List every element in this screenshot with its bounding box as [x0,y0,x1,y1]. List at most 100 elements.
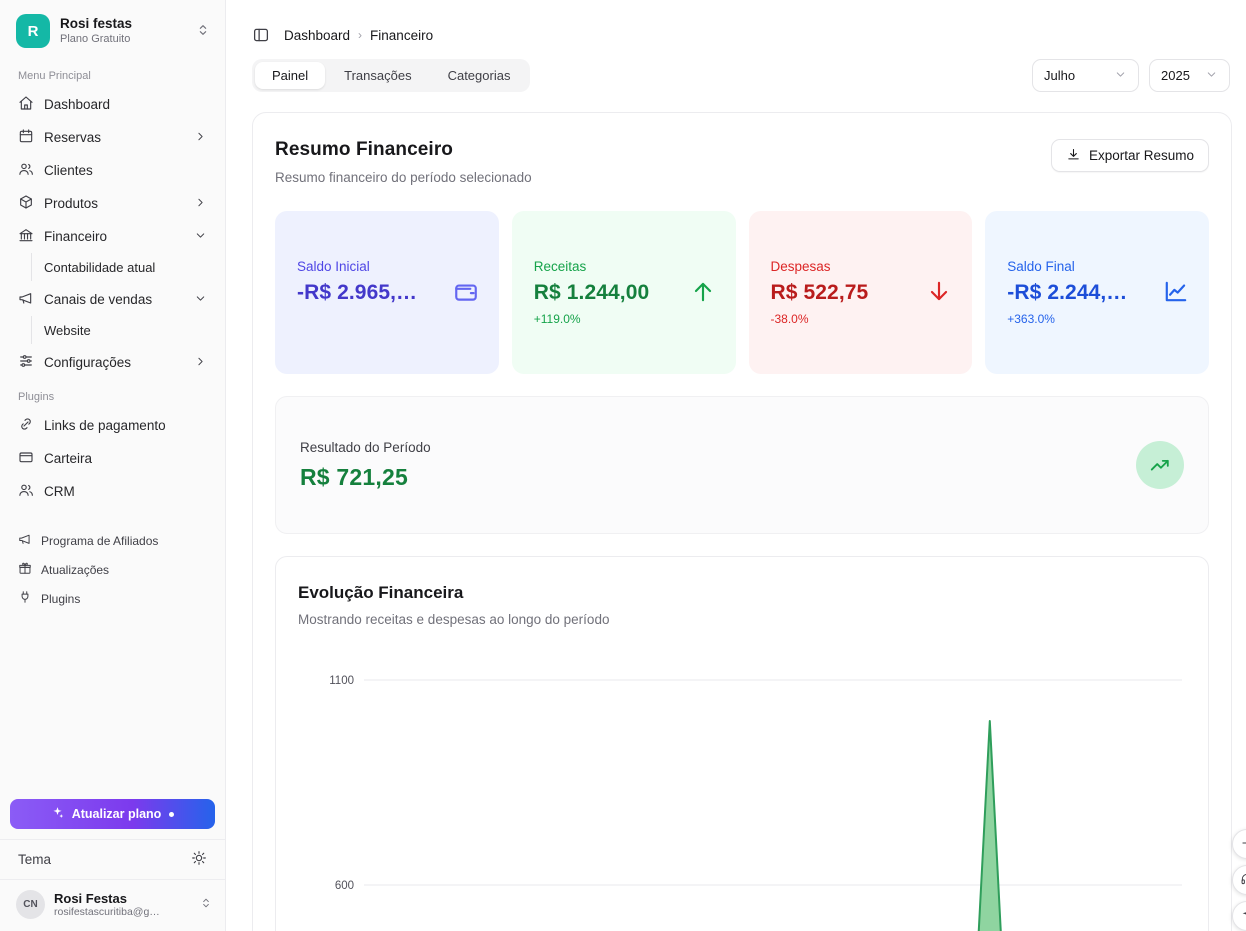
sidebar-item-plugins[interactable]: Plugins [8,584,217,613]
summary-subtitle: Resumo financeiro do período selecionado [275,170,532,185]
sidebar-item-label: Reservas [44,130,101,145]
year-select[interactable]: 2025 [1149,59,1230,92]
tab-transacoes[interactable]: Transações [327,62,428,89]
month-select[interactable]: Julho [1032,59,1139,92]
sidebar-item-label: Carteira [44,451,92,466]
sidebar-item-financeiro[interactable]: Financeiro [8,221,217,252]
sidebar-item-label: Clientes [44,163,93,178]
stat-delta: -38.0% [771,312,951,326]
user-avatar: CN [16,890,45,919]
workspace-avatar: R [16,14,50,48]
sidebar-item-canais-de-vendas[interactable]: Canais de vendas [8,284,217,315]
sidebar-item-label: Dashboard [44,97,110,112]
breadcrumb-dashboard[interactable]: Dashboard [284,28,350,43]
stat-label: Saldo Inicial [297,259,477,274]
calendar-icon [18,128,34,147]
stat-label: Receitas [534,259,714,274]
download-icon [1066,147,1081,165]
stat-delta: +119.0% [534,312,714,326]
stats-row: Saldo Inicial -R$ 2.965,… Receitas R$ 1.… [275,211,1209,374]
stat-card-saldo-inicial: Saldo Inicial -R$ 2.965,… [275,211,499,374]
sidebar: R Rosi festas Plano Gratuito Menu Princi… [0,0,226,931]
sidebar-item-dashboard[interactable]: Dashboard [8,89,217,120]
bank-icon [18,227,34,246]
chevron-right-icon [194,130,207,146]
gift-icon [18,561,32,578]
sidebar-item-clientes[interactable]: Clientes [8,155,217,186]
evolution-subtitle: Mostrando receitas e despesas ao longo d… [298,612,1186,627]
upgrade-plan-button[interactable]: Atualizar plano [10,799,215,829]
stat-label: Saldo Final [1007,259,1187,274]
financial-summary-card: Resumo Financeiro Resumo financeiro do p… [252,112,1232,931]
package-icon [18,194,34,213]
export-summary-button[interactable]: Exportar Resumo [1051,139,1209,172]
headphones-icon [1240,872,1246,889]
sidebar-item-label: Produtos [44,196,98,211]
wallet-icon [18,449,34,468]
chevron-right-icon [194,355,207,371]
year-select-value: 2025 [1161,68,1190,83]
sidebar-item-label: Programa de Afiliados [41,534,158,548]
upgrade-plan-label: Atualizar plano [72,807,162,821]
trending-up-icon [1136,441,1184,489]
sidebar-item-website[interactable]: Website [32,316,217,344]
sidebar-item-programa-de-afiliados[interactable]: Programa de Afiliados [8,526,217,555]
evolution-chart-area: 1100600 [298,651,1186,931]
workspace-switcher[interactable]: R Rosi festas Plano Gratuito [0,0,225,58]
stat-label: Despesas [771,259,951,274]
sun-icon[interactable] [191,850,207,869]
user-menu[interactable]: CN Rosi Festas rosifestascuritiba@gm... [0,879,225,931]
sidebar-item-contabilidade-atual[interactable]: Contabilidade atual [32,253,217,281]
stat-value: R$ 522,75 [771,281,931,305]
sidebar-item-label: Links de pagamento [44,418,166,433]
view-tabs: Painel Transações Categorias [252,59,530,92]
chevron-down-icon [1205,68,1218,84]
user-email: rosifestascuritiba@gm... [54,906,164,918]
wallet-icon [453,278,479,307]
sidebar-item-reservas[interactable]: Reservas [8,122,217,153]
theme-label: Tema [18,852,51,867]
evolution-chart: 1100600 [298,651,1209,931]
workspace-plan: Plano Gratuito [60,33,132,47]
arrow-up-icon [690,278,716,307]
period-result-card: Resultado do Período R$ 721,25 [275,396,1209,534]
sidebar-item-links-de-pagamento[interactable]: Links de pagamento [8,410,217,441]
breadcrumb-separator: › [358,28,362,42]
stat-delta: +363.0% [1007,312,1187,326]
stat-card-receitas: Receitas R$ 1.244,00 +119.0% [512,211,736,374]
sidebar-item-label: CRM [44,484,75,499]
sidebar-item-carteira[interactable]: Carteira [8,443,217,474]
tab-categorias[interactable]: Categorias [431,62,528,89]
sidebar-item-configuracoes[interactable]: Configurações [8,347,217,378]
sparkles-icon [1240,908,1246,925]
sidebar-toggle-icon[interactable] [252,26,270,44]
megaphone-icon [18,290,34,309]
sidebar-section-menu: Menu Principal [0,58,225,88]
sidebar-item-crm[interactable]: CRM [8,476,217,507]
main-content: Dashboard › Financeiro Painel Transações… [226,0,1246,931]
export-summary-label: Exportar Resumo [1089,148,1194,163]
sidebar-item-label: Configurações [44,355,131,370]
stat-value: -R$ 2.244,… [1007,281,1167,305]
stat-value: -R$ 2.965,… [297,281,457,305]
sidebar-section-plugins: Plugins [0,379,225,409]
tab-painel[interactable]: Painel [255,62,325,89]
arrow-down-icon [926,278,952,307]
evolution-card: Evolução Financeira Mostrando receitas e… [275,556,1209,931]
sidebar-item-label: Website [44,323,91,338]
sidebar-item-atualizacoes[interactable]: Atualizações [8,555,217,584]
month-select-value: Julho [1044,68,1075,83]
line-chart-icon [1163,278,1189,307]
user-name: Rosi Festas [54,891,164,907]
svg-text:1100: 1100 [329,675,354,687]
upgrade-dot [169,812,174,817]
sidebar-item-produtos[interactable]: Produtos [8,188,217,219]
period-result-value: R$ 721,25 [300,464,431,491]
megaphone-icon [18,532,32,549]
stat-value: R$ 1.244,00 [534,281,694,305]
stat-card-saldo-final: Saldo Final -R$ 2.244,… +363.0% [985,211,1209,374]
sparkles-icon [51,806,64,822]
period-result-label: Resultado do Período [300,440,431,455]
users-icon [18,482,34,501]
summary-title: Resumo Financeiro [275,139,532,161]
